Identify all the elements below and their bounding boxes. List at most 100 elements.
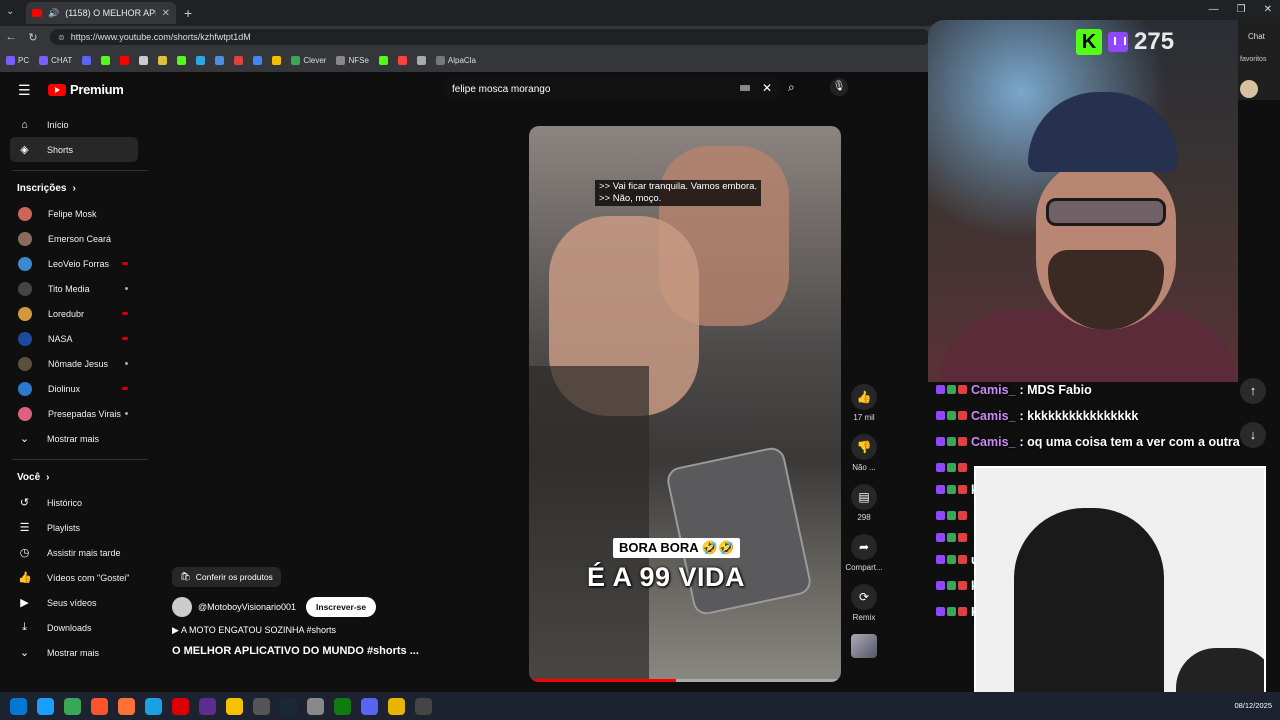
dislike-button[interactable]: 👎 Não ... xyxy=(842,434,886,472)
bookmark-item[interactable] xyxy=(139,55,149,65)
browser-tab[interactable]: 🔊 (1158) O MELHOR APLICATIVO ✕ xyxy=(26,2,176,24)
sound-thumbnail[interactable] xyxy=(842,634,886,658)
taskbar-app-icon[interactable] xyxy=(91,697,108,715)
taskbar-app-icon[interactable] xyxy=(361,697,378,715)
bookmark-item[interactable]: Clever xyxy=(291,55,326,65)
chat-username[interactable]: Camis_ xyxy=(971,409,1015,423)
subscription-item[interactable]: Nômade Jesus xyxy=(0,351,140,376)
taskbar-app-icon[interactable] xyxy=(10,697,27,715)
search-icon[interactable]: ⌕ xyxy=(788,80,795,95)
site-info-icon[interactable]: ⊜ xyxy=(58,33,65,42)
share-button[interactable]: ➦ Compart... xyxy=(842,534,886,572)
bookmark-item[interactable] xyxy=(101,55,111,65)
bookmark-item[interactable] xyxy=(82,55,92,65)
bookmark-item[interactable]: NFSe xyxy=(336,55,369,65)
sidebar-item-you[interactable]: ▶ Seus vídeos xyxy=(0,590,150,615)
subscription-item[interactable]: Diolinux xyxy=(0,376,140,401)
sound-link[interactable]: ▶ A MOTO ENGATOU SOZINHA #shorts xyxy=(172,625,472,636)
scroll-up-icon[interactable]: ↑ xyxy=(1240,378,1266,404)
sidebar-item-you[interactable]: ◷ Assistir mais tarde xyxy=(0,540,150,565)
chat-username[interactable]: Camis_ xyxy=(971,435,1015,449)
close-window-icon[interactable]: ✕ xyxy=(1264,4,1272,15)
chat-username[interactable]: Camis_ xyxy=(971,383,1015,397)
sidebar-item-you[interactable]: ☰ Playlists xyxy=(0,515,150,540)
bookmark-item[interactable] xyxy=(416,55,426,65)
taskbar-app-icon[interactable] xyxy=(118,697,135,715)
youtube-logo[interactable]: Premium xyxy=(48,82,124,97)
subscription-item[interactable]: Loredubr xyxy=(0,301,140,326)
taskbar-app-icon[interactable] xyxy=(280,697,297,715)
taskbar-app-icon[interactable] xyxy=(199,697,216,715)
sidebar-item-you[interactable]: ⤓ Downloads xyxy=(0,615,150,640)
short-video-player[interactable]: >> Vai ficar tranquila. Vamos embora. >>… xyxy=(529,126,841,682)
taskbar-app-icon[interactable] xyxy=(226,697,243,715)
sidebar-item-you[interactable]: ⌄ Mostrar mais xyxy=(0,640,150,665)
bookmark-item[interactable]: PC xyxy=(6,55,29,65)
sidebar-item-you[interactable]: ↺ Histórico xyxy=(0,490,150,515)
favorites-label[interactable]: favoritos xyxy=(1240,56,1266,63)
taskbar-app-icon[interactable] xyxy=(415,697,432,715)
profile-avatar[interactable] xyxy=(1240,80,1258,98)
channel-name[interactable]: @MotoboyVisionario001 xyxy=(198,602,296,612)
subscription-item[interactable]: Tito Media xyxy=(0,276,140,301)
back-icon[interactable]: ← xyxy=(0,31,22,43)
bookmark-item[interactable] xyxy=(378,55,388,65)
video-progress-bar[interactable] xyxy=(529,679,841,682)
subscription-item[interactable]: NASA xyxy=(0,326,140,351)
taskbar-app-icon[interactable] xyxy=(307,697,324,715)
taskbar-app-icon[interactable] xyxy=(64,697,81,715)
remix-button[interactable]: ⟳ Remix xyxy=(842,584,886,622)
subscription-item[interactable]: LeoVeio Forras xyxy=(0,251,140,276)
bookmark-item[interactable] xyxy=(196,55,206,65)
new-tab-button[interactable]: + xyxy=(184,5,192,21)
tab-list-icon[interactable]: ⌄ xyxy=(6,6,14,17)
taskbar-app-icon[interactable] xyxy=(388,697,405,715)
taskbar-date[interactable]: 08/12/2025 xyxy=(1234,701,1272,710)
bookmark-item[interactable] xyxy=(272,55,282,65)
taskbar-app-icon[interactable] xyxy=(37,697,54,715)
keyboard-icon[interactable] xyxy=(740,85,750,91)
comments-button[interactable]: ▤ 298 xyxy=(842,484,886,522)
products-button[interactable]: 🛍 Conferir os produtos xyxy=(172,566,281,587)
short-title[interactable]: O MELHOR APLICATIVO DO MUNDO #shorts ... xyxy=(172,645,472,657)
chat-badges xyxy=(936,511,967,520)
bookmark-item[interactable] xyxy=(234,55,244,65)
taskbar-app-icon[interactable] xyxy=(334,697,351,715)
menu-icon[interactable]: ☰ xyxy=(18,82,31,99)
bookmark-item[interactable] xyxy=(120,55,130,65)
bookmark-item[interactable]: CHAT xyxy=(39,55,72,65)
reload-icon[interactable]: ↻ xyxy=(22,31,44,44)
sidebar-item-you[interactable]: 👍 Vídeos com "Gostei" xyxy=(0,565,150,590)
scroll-down-icon[interactable]: ↓ xyxy=(1240,422,1266,448)
chat-label[interactable]: Chat xyxy=(1248,32,1265,41)
microphone-icon[interactable]: 🎙 xyxy=(830,78,848,96)
subscriptions-heading[interactable]: Inscrições › xyxy=(0,175,150,201)
bookmark-item[interactable]: AlpaCla xyxy=(435,55,476,65)
show-more-subscriptions[interactable]: ⌄ Mostrar mais xyxy=(0,426,150,451)
sidebar-item-shorts[interactable]: ◈ Shorts xyxy=(10,137,138,162)
bookmark-item[interactable] xyxy=(158,55,168,65)
video-progress-fill xyxy=(529,679,676,682)
speaker-icon[interactable]: 🔊 xyxy=(48,8,59,19)
subscribe-button[interactable]: Inscrever-se xyxy=(306,596,377,617)
bookmark-item[interactable] xyxy=(177,55,187,65)
address-bar[interactable]: ⊜ https://www.youtube.com/shorts/kzhfwtp… xyxy=(50,29,930,45)
sidebar-item-incio[interactable]: ⌂ Início xyxy=(0,112,150,137)
subscription-item[interactable]: Felipe Mosk xyxy=(0,201,140,226)
subscription-item[interactable]: Emerson Ceará xyxy=(0,226,140,251)
taskbar-app-icon[interactable] xyxy=(253,697,270,715)
channel-avatar[interactable] xyxy=(172,596,192,617)
maximize-icon[interactable]: ❐ xyxy=(1237,4,1246,15)
subscription-item[interactable]: Presepadas Virais xyxy=(0,401,140,426)
search-input[interactable]: felipe mosca morango ✕ xyxy=(444,78,780,100)
you-heading[interactable]: Você › xyxy=(0,464,150,490)
taskbar-app-icon[interactable] xyxy=(145,697,162,715)
like-button[interactable]: 👍 17 mil xyxy=(842,384,886,422)
clear-search-icon[interactable]: ✕ xyxy=(762,81,772,95)
bookmark-item[interactable] xyxy=(397,55,407,65)
minimize-icon[interactable]: — xyxy=(1209,4,1219,15)
bookmark-item[interactable] xyxy=(253,55,263,65)
taskbar-app-icon[interactable] xyxy=(172,697,189,715)
close-tab-icon[interactable]: ✕ xyxy=(162,8,170,19)
bookmark-item[interactable] xyxy=(215,55,225,65)
